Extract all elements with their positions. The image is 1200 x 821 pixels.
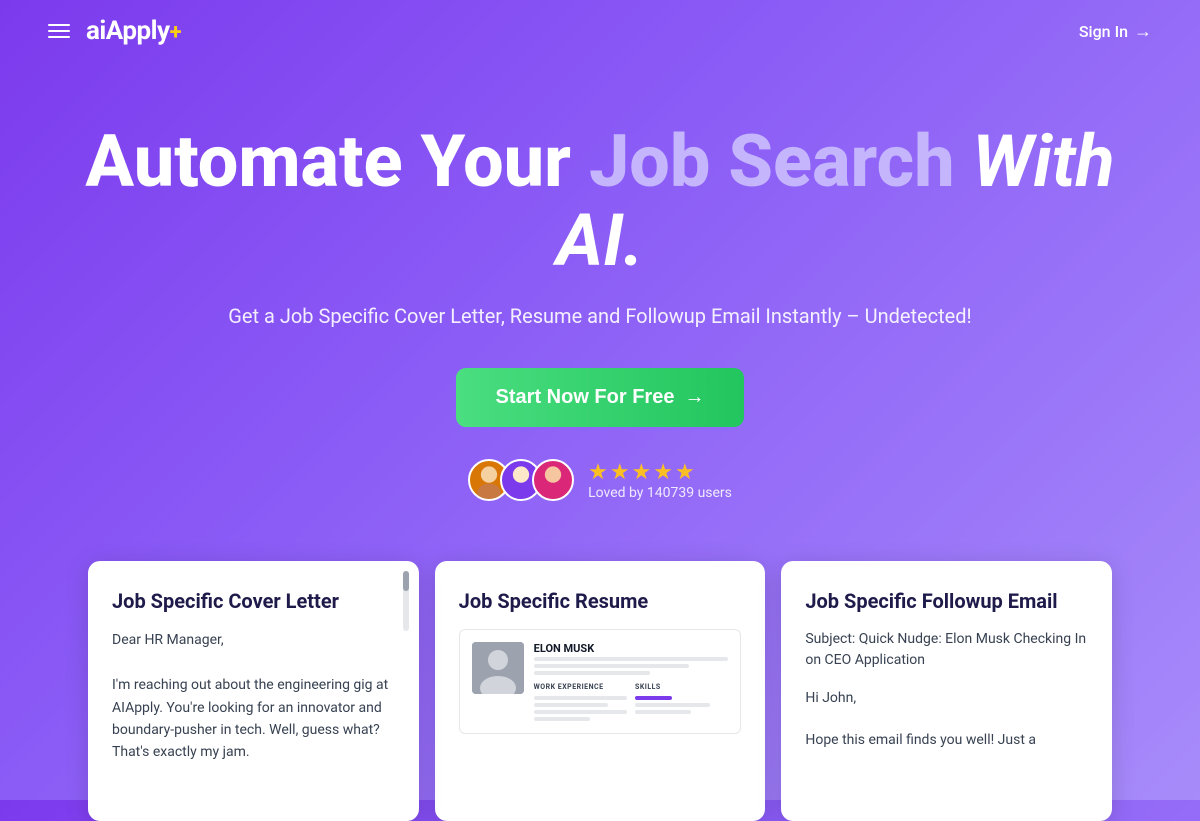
resume-col-right: SKILLS	[635, 683, 728, 721]
loved-by-text: Loved by 140739 users	[588, 485, 732, 501]
sign-in-label: Sign In	[1079, 22, 1128, 41]
r1	[534, 696, 627, 700]
skill-2	[635, 703, 710, 707]
hamburger-line-2	[48, 30, 70, 32]
hero-title-highlight: Job Search	[589, 119, 955, 204]
cover-letter-title: Job Specific Cover Letter	[112, 589, 395, 613]
logo: aiApply+	[86, 16, 181, 46]
resume-line-3	[534, 671, 651, 675]
cover-letter-text: I'm reaching out about the engineering g…	[112, 674, 395, 764]
resume-card: Job Specific Resume ELON MUSK WO	[435, 561, 766, 821]
skill-1	[635, 696, 672, 700]
resume-lines	[534, 657, 729, 675]
resume-sections: WORK EXPERIENCE SKILLS	[534, 683, 729, 721]
cards-section: Job Specific Cover Letter Dear HR Manage…	[0, 561, 1200, 821]
stars-container: ★★★★★ Loved by 140739 users	[588, 460, 732, 501]
skills-header: SKILLS	[635, 683, 728, 691]
skill-3	[635, 710, 691, 714]
avatar-3	[532, 459, 574, 501]
r4	[534, 717, 590, 721]
hamburger-line-1	[48, 24, 70, 26]
scroll-thumb	[403, 571, 409, 591]
hamburger-line-3	[48, 36, 70, 38]
social-proof: ★★★★★ Loved by 140739 users	[48, 459, 1152, 501]
hero-title-part1: Automate Your	[85, 119, 589, 204]
logo-text: aiApply	[86, 16, 170, 46]
followup-title: Job Specific Followup Email	[805, 589, 1088, 613]
hero-section: Automate Your Job Search With AI. Get a …	[0, 62, 1200, 541]
cover-letter-salutation: Dear HR Manager,	[112, 629, 395, 651]
resume-col-left: WORK EXPERIENCE	[534, 683, 627, 721]
resume-preview: ELON MUSK WORK EXPERIENCE SKILL	[459, 629, 742, 734]
hamburger-menu[interactable]	[48, 24, 70, 38]
r3	[534, 710, 627, 714]
r2	[534, 703, 609, 707]
hero-title: Automate Your Job Search With AI.	[48, 122, 1152, 280]
resume-photo	[472, 642, 524, 694]
scroll-indicator	[403, 571, 409, 631]
work-exp-header: WORK EXPERIENCE	[534, 683, 627, 691]
header-left: aiApply+	[48, 16, 181, 46]
resume-name: ELON MUSK	[534, 642, 729, 655]
resume-line-2	[534, 664, 690, 668]
avatar-group	[468, 459, 574, 501]
cta-label: Start Now For Free	[496, 386, 675, 409]
cta-button[interactable]: Start Now For Free →	[456, 368, 745, 427]
followup-greeting: Hi John,	[805, 687, 1088, 709]
resume-line-1	[534, 657, 729, 661]
cta-arrow: →	[684, 386, 704, 409]
followup-card: Job Specific Followup Email Subject: Qui…	[781, 561, 1112, 821]
sign-in-arrow: →	[1134, 21, 1152, 42]
resume-title: Job Specific Resume	[459, 589, 742, 613]
followup-body: Hope this email finds you well! Just a	[805, 729, 1088, 751]
stars: ★★★★★	[588, 460, 697, 485]
hero-subtitle: Get a Job Specific Cover Letter, Resume …	[48, 304, 1152, 328]
followup-subject: Subject: Quick Nudge: Elon Musk Checking…	[805, 629, 1088, 671]
sign-in-button[interactable]: Sign In →	[1079, 21, 1152, 42]
header: aiApply+ Sign In →	[0, 0, 1200, 62]
cover-letter-body: Dear HR Manager, I'm reaching out about …	[112, 629, 395, 763]
cover-letter-card: Job Specific Cover Letter Dear HR Manage…	[88, 561, 419, 821]
logo-plus: +	[170, 20, 182, 45]
resume-content: ELON MUSK WORK EXPERIENCE SKILL	[534, 642, 729, 721]
